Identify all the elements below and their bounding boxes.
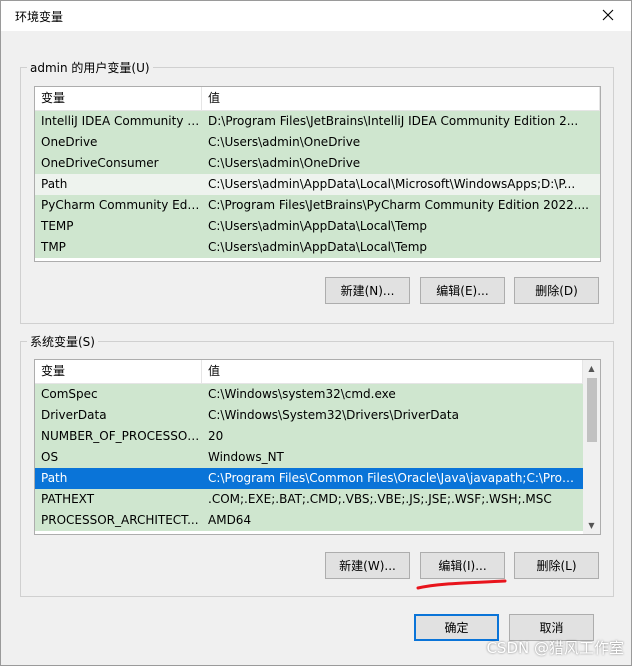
watermark-text: CSDN @猎风工作室 (486, 639, 624, 657)
red-underline-annotation (416, 579, 507, 590)
